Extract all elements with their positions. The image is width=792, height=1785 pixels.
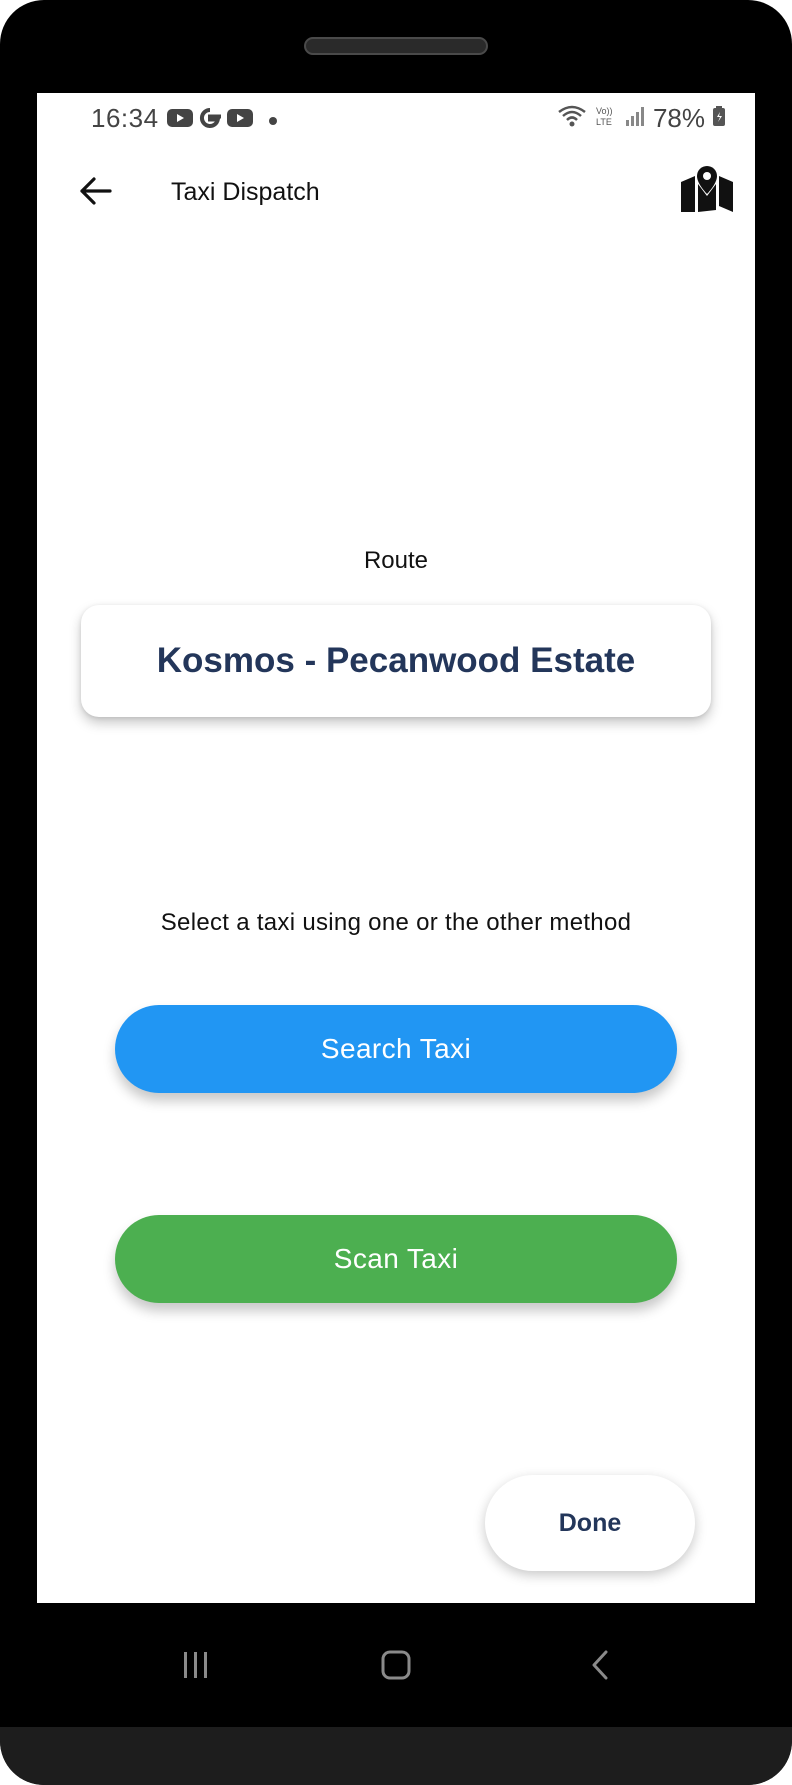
home-icon xyxy=(380,1649,412,1686)
recents-icon xyxy=(181,1650,211,1685)
dot-icon xyxy=(269,112,277,130)
status-notification-icons xyxy=(167,107,277,134)
google-icon xyxy=(199,107,221,134)
done-label: Done xyxy=(558,1508,622,1537)
status-system-icons: Vo)) LTE 78% xyxy=(557,103,725,134)
home-button[interactable] xyxy=(368,1639,424,1695)
page-title: Taxi Dispatch xyxy=(171,178,320,206)
route-label: Route xyxy=(363,547,429,574)
instruction-text: Select a taxi using one or the other met… xyxy=(160,909,632,936)
route-card: Kosmos - Pecanwood Estate xyxy=(81,605,711,717)
youtube-icon xyxy=(167,108,193,133)
phone-frame: 16:34 Vo)) LTE 78% Taxi Dispatch Route K… xyxy=(0,0,792,1785)
system-nav-bar xyxy=(0,1603,792,1727)
done-button[interactable]: Done xyxy=(485,1475,695,1571)
route-name: Kosmos - Pecanwood Estate xyxy=(156,641,636,680)
recents-button[interactable] xyxy=(168,1639,224,1695)
arrow-left-icon xyxy=(78,176,112,211)
speaker-grille xyxy=(304,37,488,55)
status-time: 16:34 xyxy=(91,103,159,133)
scan-taxi-button[interactable]: Scan Taxi xyxy=(115,1215,677,1303)
svg-text:Vo)): Vo)) xyxy=(596,106,613,116)
map-button[interactable] xyxy=(675,159,739,223)
svg-text:LTE: LTE xyxy=(596,117,612,127)
status-bar: 16:34 Vo)) LTE 78% xyxy=(37,93,755,145)
search-taxi-label: Search Taxi xyxy=(320,1033,472,1064)
back-icon xyxy=(587,1649,613,1686)
nav-back-button[interactable] xyxy=(572,1639,628,1695)
battery-percent: 78% xyxy=(652,103,705,133)
signal-icon xyxy=(625,106,645,131)
youtube-icon xyxy=(227,108,253,133)
back-button[interactable] xyxy=(67,165,123,221)
phone-bottom-bezel xyxy=(0,1727,792,1785)
scan-taxi-label: Scan Taxi xyxy=(333,1243,459,1274)
map-icon xyxy=(681,165,733,217)
search-taxi-button[interactable]: Search Taxi xyxy=(115,1005,677,1093)
wifi-icon xyxy=(557,104,587,133)
battery-icon xyxy=(713,106,725,131)
app-screen: 16:34 Vo)) LTE 78% Taxi Dispatch Route K… xyxy=(37,93,755,1603)
volte-icon: Vo)) LTE xyxy=(595,104,617,133)
app-bar: Taxi Dispatch xyxy=(37,145,755,245)
